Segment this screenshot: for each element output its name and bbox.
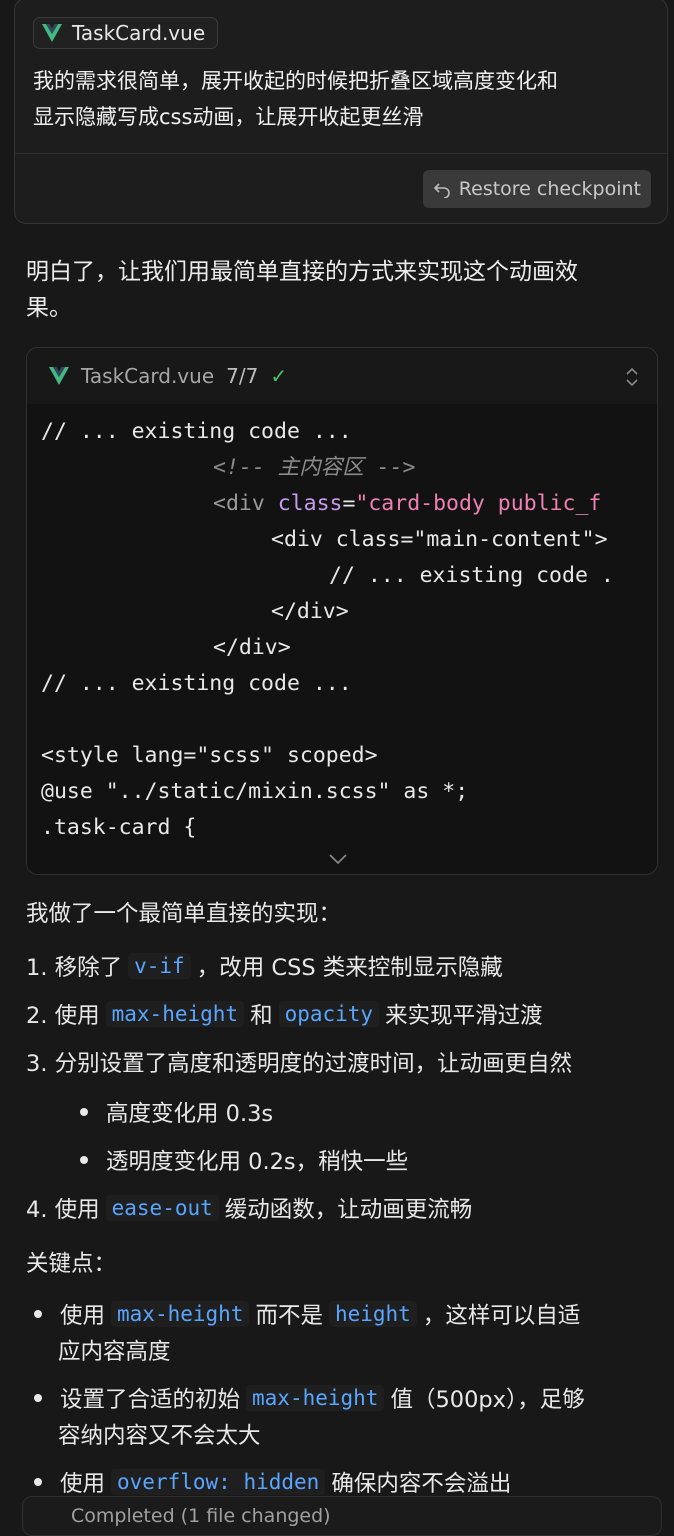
code-line: </div> (271, 599, 349, 624)
inline-code: ease-out (105, 1195, 219, 1221)
code-line: </div> (213, 635, 291, 660)
code-line: .task-card { (41, 815, 197, 840)
key-point-item: 设置了合适的初始 max-height 值（500px），足够 (34, 1382, 585, 1414)
intro-line: 果。 (26, 295, 72, 321)
restore-checkpoint-button[interactable]: Restore checkpoint (422, 170, 651, 208)
key-point-continuation: 应内容高度 (58, 1339, 171, 1365)
code-token: <div (213, 491, 265, 516)
code-line: <div class="card-body public_f (213, 486, 601, 522)
restore-checkpoint-label: Restore checkpoint (458, 178, 641, 200)
inline-code: max-height (111, 1301, 250, 1327)
list-item: 4. 使用 ease-out 缓动函数，让动画更流畅 (26, 1192, 472, 1224)
list-item: 1. 移除了 v-if ，改用 CSS 类来控制显示隐藏 (26, 950, 503, 982)
text: 来实现平滑过渡 (385, 1003, 543, 1029)
text: 使用 (60, 1471, 106, 1497)
bullet (34, 1310, 42, 1318)
key-point-item: 使用 max-height 而不是 height ，这样可以自适 (34, 1298, 580, 1330)
summary-intro: 我做了一个最简单直接的实现： (26, 901, 342, 927)
list-item: 3. 分别设置了高度和透明度的过渡时间，让动画更自然 (26, 1051, 573, 1077)
bullet (34, 1478, 42, 1486)
user-message-line: 显示隐藏写成css动画，让展开收起更丝滑 (33, 105, 424, 129)
list-item: 2. 使用 max-height 和 opacity 来实现平滑过渡 (26, 998, 543, 1030)
intro-line: 明白了，让我们用最简单直接的方式来实现这个动画效 (26, 259, 578, 285)
text: ，这样可以自适 (422, 1303, 581, 1329)
code-file-name: TaskCard.vue (81, 364, 215, 388)
vue-icon (42, 24, 62, 42)
file-chip[interactable]: TaskCard.vue (33, 17, 219, 49)
bullet (80, 1108, 88, 1116)
code-line: // ... existing code ... (41, 419, 352, 444)
code-line: <div class="main-content"> (271, 527, 608, 552)
text: 而不是 (255, 1303, 323, 1329)
code-line: <style lang="scss" scoped> (41, 743, 378, 768)
code-line: // ... existing code ... (41, 671, 352, 696)
text: 1. 移除了 (26, 955, 123, 981)
user-message: TaskCard.vue 我的需求很简单，展开收起的时候把折叠区域高度变化和 显… (14, 0, 668, 224)
edit-progress: 7/7 (226, 364, 259, 388)
code-token: = (342, 491, 356, 516)
chevron-down-icon[interactable] (327, 852, 349, 866)
text: ，改用 CSS 类来控制显示隐藏 (196, 955, 503, 981)
bullet (34, 1394, 42, 1402)
status-text: Completed (1 file changed) (71, 1505, 331, 1527)
user-message-line: 我的需求很简单，展开收起的时候把折叠区域高度变化和 (33, 69, 558, 93)
text: 2. 使用 (26, 1003, 100, 1029)
inline-code: height (328, 1301, 417, 1327)
code-token: class (277, 491, 343, 516)
inline-code: v-if (128, 953, 191, 979)
text: 和 (250, 1003, 273, 1029)
code-block-header[interactable]: TaskCard.vue 7/7 ✓ (27, 348, 657, 404)
vue-icon (49, 367, 69, 385)
code-line: @use "../static/mixin.scss" as *; (41, 779, 469, 804)
inline-code: max-height (105, 1001, 245, 1027)
bullet (80, 1156, 88, 1164)
text: 4. 使用 (26, 1197, 100, 1223)
text: 高度变化用 0.3s (106, 1101, 274, 1127)
completed-status-bar[interactable]: Completed (1 file changed) (22, 1496, 662, 1536)
expand-collapse-icon[interactable] (625, 366, 639, 388)
code-token: "card-body public_f (355, 491, 602, 516)
text: 值（500px），足够 (390, 1387, 585, 1413)
assistant-intro: 明白了，让我们用最简单直接的方式来实现这个动画效 果。 (26, 254, 656, 326)
key-point-item: 使用 overflow: hidden 确保内容不会溢出 (34, 1466, 511, 1498)
sub-list-item: 高度变化用 0.3s (80, 1096, 273, 1128)
inline-code: opacity (278, 1001, 380, 1027)
user-message-text: 我的需求很简单，展开收起的时候把折叠区域高度变化和 显示隐藏写成css动画，让展… (33, 63, 653, 135)
text: 透明度变化用 0.2s，稍快一些 (106, 1149, 409, 1175)
text: 缓动函数，让动画更流畅 (224, 1197, 473, 1223)
code-line: // ... existing code . (329, 563, 614, 588)
inline-code: max-height (246, 1385, 385, 1411)
code-block: TaskCard.vue 7/7 ✓ // ... existing code … (26, 347, 658, 875)
check-icon: ✓ (270, 364, 288, 388)
key-points-title: 关键点： (26, 1251, 117, 1277)
code-line: <!-- 主内容区 --> (213, 455, 416, 480)
divider (15, 153, 667, 154)
undo-icon (433, 183, 450, 198)
key-point-continuation: 容纳内容又不会太大 (58, 1423, 261, 1449)
text: 确保内容不会溢出 (331, 1471, 512, 1497)
code-content: // ... existing code ... <!-- 主内容区 --> <… (27, 404, 657, 874)
text: 设置了合适的初始 (60, 1387, 241, 1413)
inline-code: overflow: hidden (111, 1469, 326, 1495)
sub-list-item: 透明度变化用 0.2s，稍快一些 (80, 1144, 408, 1176)
file-chip-label: TaskCard.vue (72, 21, 206, 45)
text: 使用 (60, 1303, 106, 1329)
